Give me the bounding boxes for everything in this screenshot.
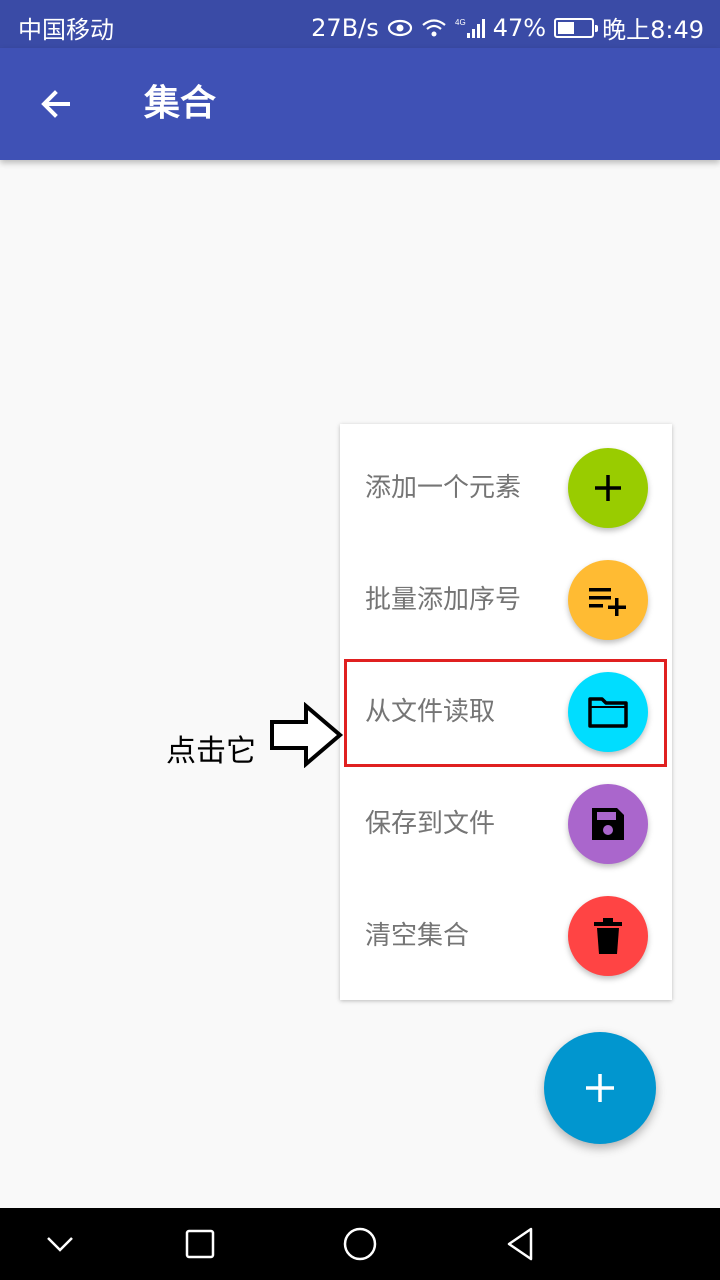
network-type-label: 4G (455, 18, 466, 27)
wifi-icon (421, 18, 447, 38)
status-icons: 27B/s 4G 47% 晚上8:49 (311, 10, 704, 45)
plus-icon (595, 475, 621, 501)
save-icon (592, 808, 624, 840)
nav-home-button[interactable] (336, 1220, 384, 1268)
menu-item-save-file[interactable]: 保存到文件 (340, 768, 672, 880)
menu-item-clear-set[interactable]: 清空集合 (340, 880, 672, 992)
arrow-right-icon (270, 702, 344, 768)
back-button[interactable] (28, 76, 84, 132)
menu-item-label: 批量添加序号 (365, 585, 522, 615)
back-triangle-icon (507, 1227, 533, 1261)
signal-icon: 4G (455, 17, 485, 39)
page-title: 集合 (144, 83, 217, 124)
recents-square-icon (185, 1229, 215, 1259)
arrow-back-icon (41, 90, 70, 118)
annotation-label: 点击它 (166, 734, 256, 769)
playlist-add-icon (589, 588, 626, 616)
battery-percent: 47% (492, 13, 547, 42)
home-circle-icon (343, 1227, 377, 1261)
save-file-button[interactable] (568, 784, 648, 864)
carrier-label: 中国移动 (18, 16, 114, 44)
battery-icon (554, 17, 599, 38)
menu-item-label: 清空集合 (365, 921, 470, 951)
menu-item-label: 保存到文件 (365, 809, 496, 839)
clear-set-button[interactable] (568, 896, 648, 976)
add-element-button[interactable] (568, 448, 648, 528)
delete-icon (594, 918, 622, 954)
menu-item-add-element[interactable]: 添加一个元素 (340, 432, 672, 544)
batch-add-button[interactable] (568, 560, 648, 640)
nav-bar (0, 1208, 720, 1280)
main-fab-button[interactable] (544, 1032, 656, 1144)
highlight-box (344, 659, 667, 767)
plus-icon (586, 1074, 614, 1102)
chevron-down-icon (47, 1237, 73, 1252)
clock: 晚上8:49 (602, 16, 704, 44)
status-bar: 中国移动 27B/s 4G 47% 晚上8:49 (0, 0, 720, 48)
eye-icon (387, 19, 413, 37)
network-speed: 27B/s (311, 13, 379, 42)
menu-item-label: 添加一个元素 (365, 473, 522, 503)
nav-recents-button[interactable] (176, 1220, 224, 1268)
menu-item-batch-add[interactable]: 批量添加序号 (340, 544, 672, 656)
nav-hide-button[interactable] (36, 1220, 84, 1268)
app-bar: 集合 (0, 48, 720, 160)
nav-back-button[interactable] (496, 1220, 544, 1268)
